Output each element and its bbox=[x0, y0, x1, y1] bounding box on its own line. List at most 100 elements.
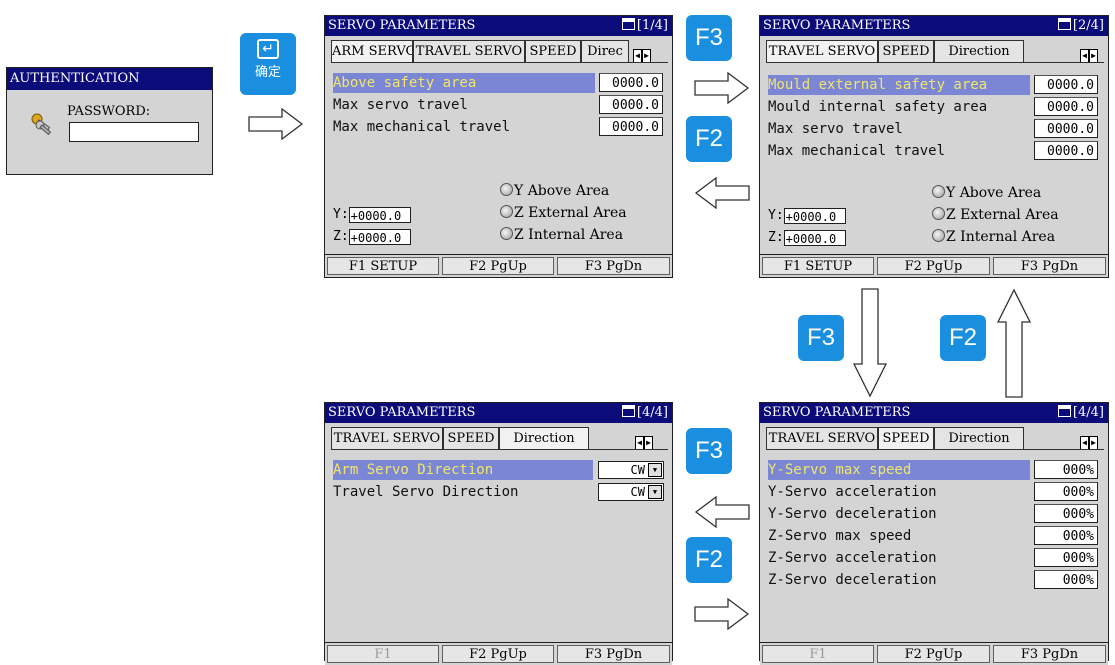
param-value[interactable]: 000% bbox=[1034, 504, 1098, 523]
servo-params-screen-speed: SERVO PARAMETERS [4/4] TRAVEL SERVO SPEE… bbox=[759, 402, 1109, 665]
param-row[interactable]: Y-Servo deceleration bbox=[768, 504, 937, 524]
screen-title: SERVO PARAMETERS bbox=[763, 405, 911, 420]
f2-key-badge: F2 bbox=[686, 116, 732, 162]
param-row[interactable]: Z-Servo acceleration bbox=[768, 548, 937, 568]
right-arrow-icon[interactable]: ▶ bbox=[1089, 436, 1098, 450]
f3-pgdn-button[interactable]: F3 PgDn bbox=[557, 257, 670, 275]
z-coordinate-value: +0000.0 bbox=[783, 229, 846, 246]
param-value[interactable]: 0000.0 bbox=[1034, 97, 1098, 116]
param-value[interactable]: 0000.0 bbox=[1034, 75, 1098, 94]
chevron-down-icon[interactable]: ▼ bbox=[648, 463, 662, 477]
f2-pgup-button[interactable]: F2 PgUp bbox=[877, 257, 990, 275]
tab-direction[interactable]: Direction bbox=[934, 427, 1024, 449]
tab-travel-servo[interactable]: TRAVEL SERVO bbox=[766, 40, 878, 62]
f1-setup-button[interactable]: F1 SETUP bbox=[762, 257, 874, 275]
f3-pgdn-button[interactable]: F3 PgDn bbox=[993, 257, 1106, 275]
indicator-y-above: Y Above Area bbox=[500, 181, 609, 201]
tab-travel-servo[interactable]: TRAVEL SERVO bbox=[413, 40, 525, 62]
param-value[interactable]: 000% bbox=[1034, 570, 1098, 589]
indicator-z-internal: Z Internal Area bbox=[932, 227, 1055, 247]
f2-key-badge: F2 bbox=[686, 537, 732, 583]
f3-key-badge: F3 bbox=[686, 428, 732, 474]
f2-pgup-button[interactable]: F2 PgUp bbox=[442, 645, 554, 663]
auth-title: AUTHENTICATION bbox=[7, 68, 212, 90]
left-arrow-icon[interactable]: ◀ bbox=[633, 49, 642, 63]
param-value[interactable]: 0000.0 bbox=[599, 73, 663, 92]
right-arrow-icon[interactable]: ▶ bbox=[1089, 49, 1098, 63]
f2-pgup-button[interactable]: F2 PgUp bbox=[877, 645, 990, 663]
tab-speed[interactable]: SPEED bbox=[878, 40, 934, 62]
param-value[interactable]: 0000.0 bbox=[599, 95, 663, 114]
f2-key-badge: F2 bbox=[940, 315, 986, 361]
tab-scroll[interactable]: ◀ ▶ bbox=[633, 43, 653, 63]
param-row[interactable]: Travel Servo Direction bbox=[333, 482, 518, 502]
tab-travel-servo[interactable]: TRAVEL SERVO bbox=[331, 427, 443, 449]
direction-select[interactable]: CW ▼ bbox=[598, 483, 664, 501]
tab-speed[interactable]: SPEED bbox=[525, 40, 581, 62]
param-row[interactable]: Mould external safety area bbox=[768, 75, 1030, 95]
left-arrow-icon[interactable]: ◀ bbox=[635, 436, 644, 450]
y-coordinate-value: +0000.0 bbox=[348, 206, 411, 223]
f3-pgdn-button[interactable]: F3 PgDn bbox=[993, 645, 1106, 663]
f1-button[interactable]: F1 bbox=[762, 645, 874, 663]
indicator-lamp-icon bbox=[500, 183, 513, 196]
param-row[interactable]: Max mechanical travel bbox=[333, 117, 510, 137]
z-coordinate: Z: +0000.0 bbox=[333, 228, 411, 246]
param-value[interactable]: 000% bbox=[1034, 548, 1098, 567]
tab-scroll[interactable]: ◀ ▶ bbox=[635, 430, 655, 450]
page-indicator: [2/4] bbox=[1072, 18, 1104, 33]
param-row[interactable]: Max servo travel bbox=[768, 119, 903, 139]
tab-arm-servo[interactable]: ARM SERVO bbox=[331, 40, 413, 62]
param-value[interactable]: 000% bbox=[1034, 482, 1098, 501]
tab-direction[interactable]: Direction bbox=[934, 40, 1024, 62]
chevron-down-icon[interactable]: ▼ bbox=[648, 485, 662, 499]
param-value[interactable]: 0000.0 bbox=[1034, 141, 1098, 160]
tab-direction[interactable]: Direc bbox=[581, 40, 629, 62]
screen-title: SERVO PARAMETERS bbox=[328, 405, 476, 420]
param-row[interactable]: Above safety area bbox=[333, 73, 595, 93]
param-row[interactable]: Mould internal safety area bbox=[768, 97, 987, 117]
password-input[interactable] bbox=[69, 122, 199, 142]
arrow-left-icon bbox=[694, 496, 750, 528]
f1-setup-button[interactable]: F1 SETUP bbox=[327, 257, 439, 275]
page-indicator: [1/4] bbox=[636, 18, 668, 33]
servo-params-screen-1: SERVO PARAMETERS [1/4] ARM SERVO TRAVEL … bbox=[324, 15, 673, 278]
arrow-right-icon bbox=[694, 72, 750, 104]
tab-direction[interactable]: Direction bbox=[499, 427, 589, 449]
param-row[interactable]: Arm Servo Direction bbox=[333, 460, 593, 480]
tab-travel-servo[interactable]: TRAVEL SERVO bbox=[766, 427, 878, 449]
left-arrow-icon[interactable]: ◀ bbox=[1080, 436, 1089, 450]
f3-key-badge: F3 bbox=[686, 15, 732, 61]
direction-select[interactable]: CW ▼ bbox=[598, 461, 664, 479]
indicator-z-external: Z External Area bbox=[932, 205, 1059, 225]
page-icon bbox=[621, 18, 635, 30]
param-value[interactable]: 0000.0 bbox=[599, 117, 663, 136]
f1-button[interactable]: F1 bbox=[327, 645, 439, 663]
authentication-dialog: AUTHENTICATION PASSWORD: bbox=[6, 67, 213, 175]
param-value[interactable]: 0000.0 bbox=[1034, 119, 1098, 138]
y-coordinate: Y: +0000.0 bbox=[333, 206, 411, 224]
param-value[interactable]: 000% bbox=[1034, 460, 1098, 479]
param-row[interactable]: Y-Servo max speed bbox=[768, 460, 1030, 480]
f3-pgdn-button[interactable]: F3 PgDn bbox=[557, 645, 670, 663]
y-coordinate-value: +0000.0 bbox=[783, 207, 846, 224]
indicator-lamp-icon bbox=[932, 207, 945, 220]
tab-speed[interactable]: SPEED bbox=[878, 427, 934, 449]
indicator-lamp-icon bbox=[932, 185, 945, 198]
indicator-z-internal: Z Internal Area bbox=[500, 225, 623, 245]
param-row[interactable]: Y-Servo acceleration bbox=[768, 482, 937, 502]
right-arrow-icon[interactable]: ▶ bbox=[644, 436, 653, 450]
left-arrow-icon[interactable]: ◀ bbox=[1080, 49, 1089, 63]
param-value[interactable]: 000% bbox=[1034, 526, 1098, 545]
f2-pgup-button[interactable]: F2 PgUp bbox=[442, 257, 554, 275]
indicator-lamp-icon bbox=[500, 205, 513, 218]
param-row[interactable]: Z-Servo deceleration bbox=[768, 570, 937, 590]
param-row[interactable]: Max servo travel bbox=[333, 95, 468, 115]
tab-scroll[interactable]: ◀ ▶ bbox=[1080, 430, 1100, 450]
screen-title: SERVO PARAMETERS bbox=[763, 18, 911, 33]
right-arrow-icon[interactable]: ▶ bbox=[642, 49, 651, 63]
param-row[interactable]: Z-Servo max speed bbox=[768, 526, 911, 546]
tab-scroll[interactable]: ◀ ▶ bbox=[1080, 43, 1100, 63]
tab-speed[interactable]: SPEED bbox=[443, 427, 499, 449]
param-row[interactable]: Max mechanical travel bbox=[768, 141, 945, 161]
